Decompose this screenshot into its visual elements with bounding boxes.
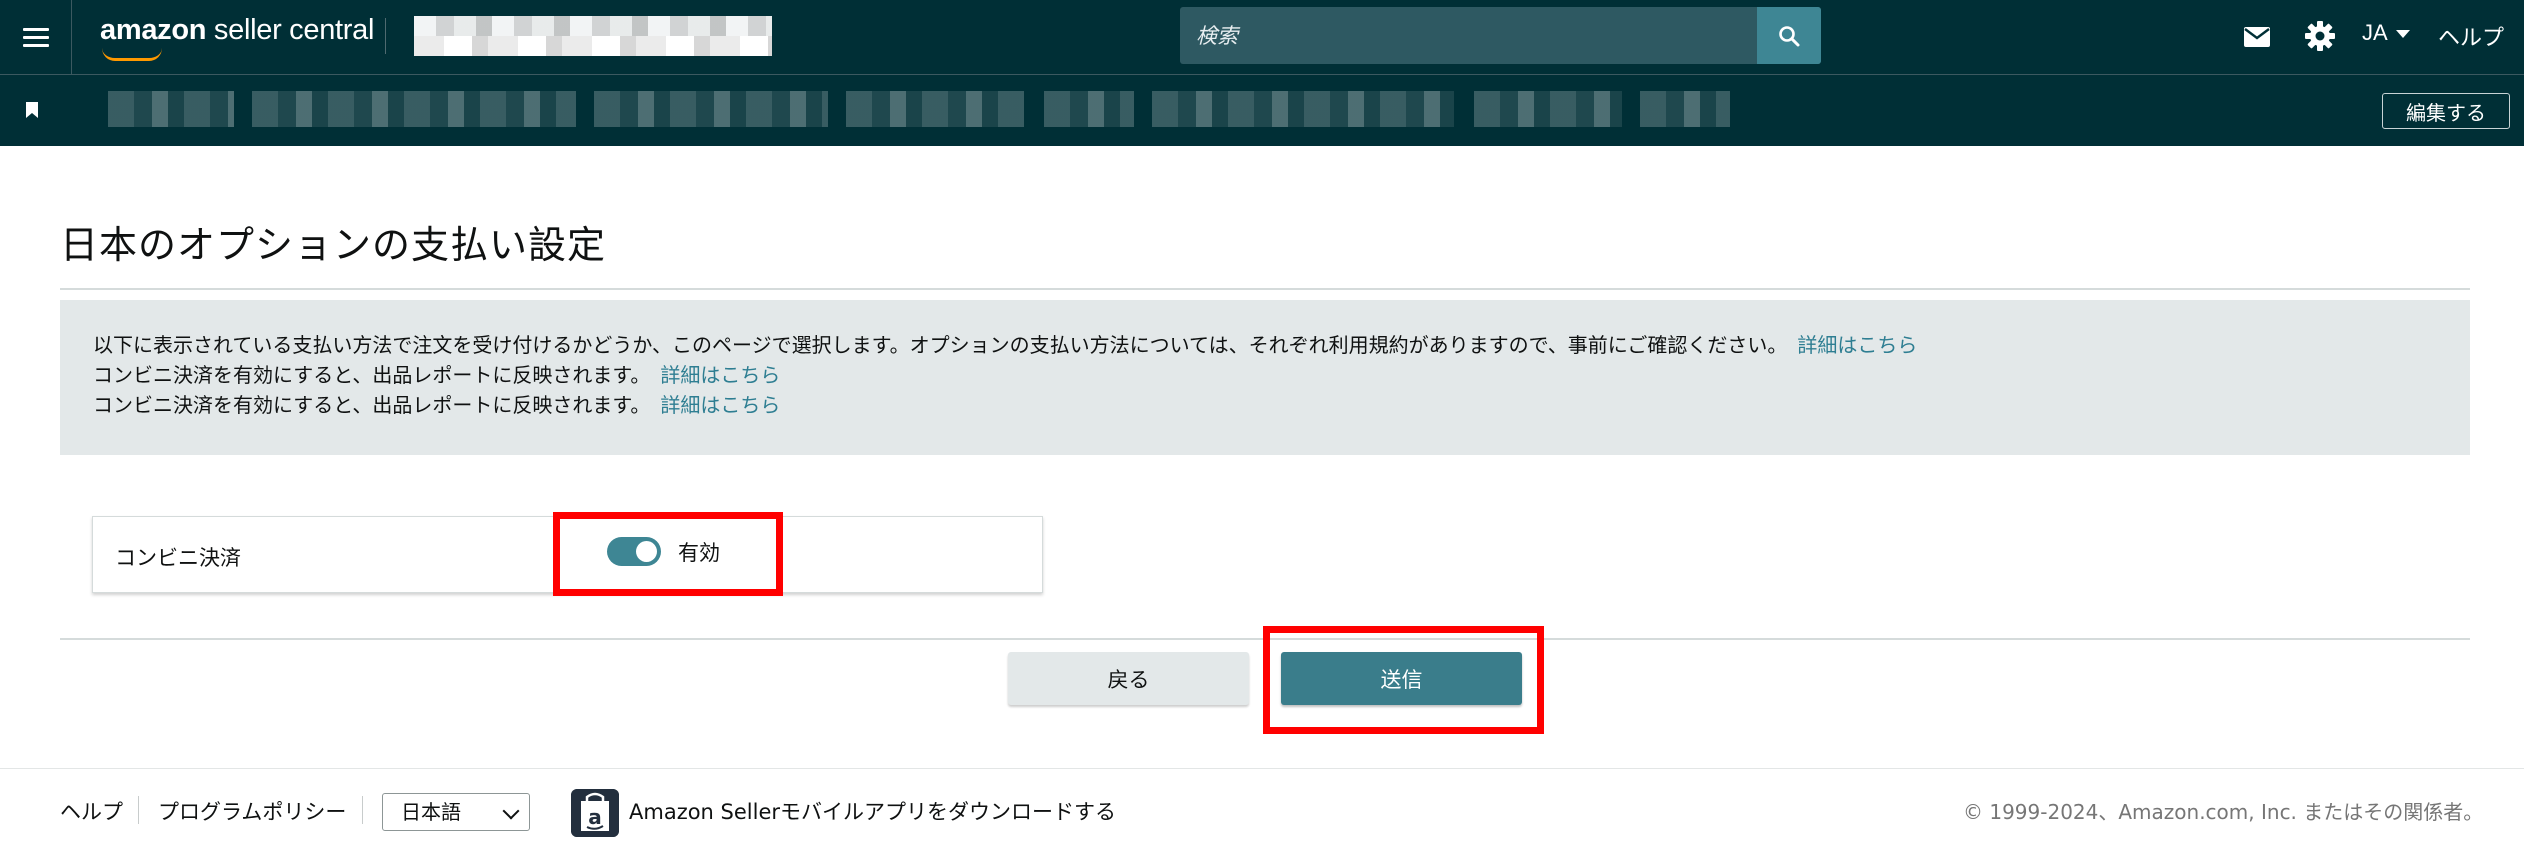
logo-text-bold: amazon — [100, 14, 207, 46]
divider — [362, 796, 363, 824]
seller-app-icon[interactable]: a — [571, 789, 619, 837]
bookmark-item-redacted[interactable] — [594, 91, 828, 127]
info-line: 以下に表示されている支払い方法で注文を受け付けるかどうか、このページで選択します… — [93, 330, 2437, 360]
back-button[interactable]: 戻る — [1008, 652, 1249, 705]
bookmark-item-redacted[interactable] — [1640, 91, 1730, 127]
info-text: 以下に表示されている支払い方法で注文を受け付けるかどうか、このページで選択します… — [93, 333, 1788, 357]
menu-button[interactable] — [0, 0, 72, 74]
bookmark-item-redacted[interactable] — [252, 91, 576, 127]
top-nav: amazon seller central JA — [0, 0, 2524, 74]
learn-more-link[interactable]: 詳細はこちら — [660, 363, 780, 387]
info-box: 以下に表示されている支払い方法で注文を受け付けるかどうか、このページで選択します… — [60, 300, 2470, 455]
hamburger-icon — [22, 23, 49, 52]
svg-text:a: a — [588, 805, 602, 829]
bookmark-item-redacted[interactable] — [1044, 91, 1134, 127]
language-selector[interactable]: JA — [2362, 20, 2410, 46]
footer-help-link[interactable]: ヘルプ — [60, 796, 123, 826]
mail-icon[interactable] — [2242, 22, 2272, 52]
help-link[interactable]: ヘルプ — [2438, 20, 2504, 52]
highlight-box — [553, 512, 783, 596]
search-icon — [1779, 25, 1800, 46]
learn-more-link[interactable]: 詳細はこちら — [1797, 333, 1917, 357]
divider — [138, 796, 139, 824]
store-switcher-redacted[interactable] — [414, 16, 772, 56]
language-label: JA — [2362, 20, 2388, 45]
seller-central-logo[interactable]: amazon seller central — [100, 14, 375, 61]
divider — [385, 18, 386, 54]
bookmark-item-redacted[interactable] — [1152, 91, 1454, 127]
selected-language: 日本語 — [401, 800, 461, 824]
highlight-box — [1263, 626, 1544, 734]
footer-language-select[interactable]: 日本語 — [382, 793, 530, 831]
divider — [60, 288, 2470, 290]
bookmark-icon — [26, 102, 38, 118]
program-policy-link[interactable]: プログラムポリシー — [158, 796, 346, 826]
chevron-down-icon — [502, 802, 520, 820]
search-bar — [1180, 7, 1821, 64]
bookmark-item-redacted[interactable] — [1474, 91, 1622, 127]
logo-text: seller central — [206, 14, 375, 46]
setting-label: コンビニ決済 — [115, 546, 241, 570]
copyright-text: © 1999-2024、Amazon.com, Inc. またはその関係者。 — [1963, 800, 2484, 824]
bookmark-item-redacted[interactable] — [108, 91, 234, 127]
app-download-link[interactable]: Amazon Sellerモバイルアプリをダウンロードする — [629, 796, 1116, 826]
page-title: 日本のオプションの支払い設定 — [60, 223, 607, 267]
bookmark-item-redacted[interactable] — [846, 91, 1024, 127]
bookmark-bar: 編集する — [0, 74, 2524, 146]
info-text: コンビニ決済を有効にすると、出品レポートに反映されます。 — [93, 363, 651, 387]
search-button[interactable] — [1757, 7, 1821, 64]
info-text: コンビニ決済を有効にすると、出品レポートに反映されます。 — [93, 393, 651, 417]
caret-down-icon — [2395, 30, 2410, 39]
info-line: コンビニ決済を有効にすると、出品レポートに反映されます。 詳細はこちら — [93, 390, 2437, 420]
learn-more-link[interactable]: 詳細はこちら — [660, 393, 780, 417]
amazon-smile-icon — [102, 48, 162, 61]
divider — [0, 768, 2524, 769]
gear-icon[interactable] — [2304, 20, 2336, 52]
edit-bookmarks-button[interactable]: 編集する — [2382, 93, 2510, 129]
info-line: コンビニ決済を有効にすると、出品レポートに反映されます。 詳細はこちら — [93, 360, 2437, 390]
search-input[interactable] — [1180, 7, 1756, 64]
